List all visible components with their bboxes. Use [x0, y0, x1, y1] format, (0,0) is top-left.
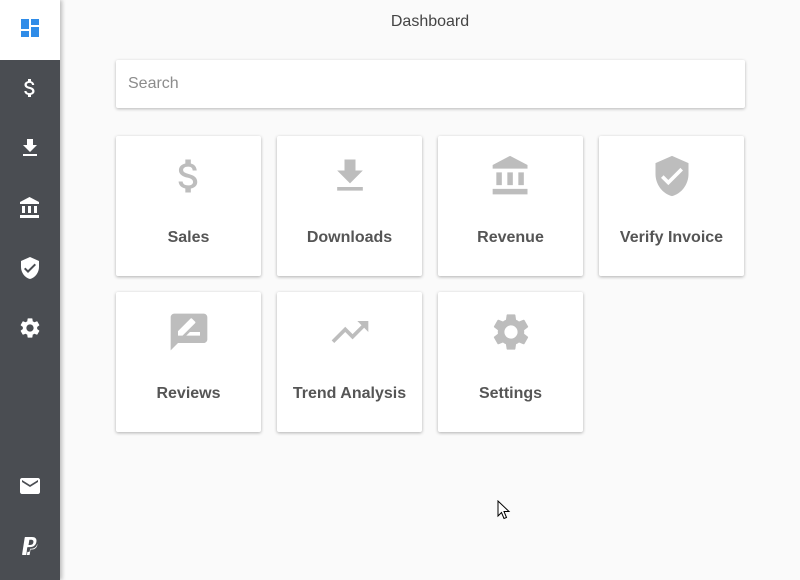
gear-icon — [489, 310, 533, 354]
card-label: Verify Invoice — [619, 229, 724, 246]
card-label: Revenue — [477, 229, 544, 246]
sidebar-item-settings[interactable] — [0, 300, 60, 360]
card-trend-analysis[interactable]: Trend Analysis — [277, 292, 422, 432]
card-label: Settings — [478, 385, 543, 402]
sidebar — [0, 0, 60, 580]
card-revenue[interactable]: Revenue — [438, 136, 583, 276]
download-icon — [18, 136, 42, 165]
sidebar-item-mail[interactable] — [0, 458, 60, 518]
sidebar-item-dashboard[interactable] — [0, 0, 60, 60]
shield-check-icon — [650, 154, 694, 198]
dollar-icon — [18, 76, 42, 105]
gear-icon — [18, 316, 42, 345]
card-label: Trend Analysis — [292, 385, 407, 402]
dashboard-icon — [18, 16, 42, 45]
card-downloads[interactable]: Downloads — [277, 136, 422, 276]
card-reviews[interactable]: Reviews — [116, 292, 261, 432]
sidebar-item-paypal[interactable] — [0, 518, 60, 578]
page-title: Dashboard — [390, 13, 470, 30]
card-label: Downloads — [306, 229, 393, 246]
card-settings[interactable]: Settings — [438, 292, 583, 432]
search-input[interactable] — [116, 60, 745, 108]
sidebar-item-revenue[interactable] — [0, 180, 60, 240]
card-label: Reviews — [156, 385, 221, 402]
card-verify-invoice[interactable]: Verify Invoice — [599, 136, 744, 276]
sidebar-item-sales[interactable] — [0, 60, 60, 120]
dollar-icon — [167, 154, 211, 198]
mail-icon — [18, 474, 42, 503]
card-label: Sales — [167, 229, 210, 246]
mouse-cursor-icon — [497, 500, 511, 520]
bank-icon — [18, 196, 42, 225]
shield-check-icon — [18, 256, 42, 285]
card-sales[interactable]: Sales — [116, 136, 261, 276]
bank-icon — [489, 154, 533, 198]
rate-review-icon — [167, 310, 211, 354]
paypal-icon — [18, 534, 42, 563]
trending-up-icon — [328, 310, 372, 354]
sidebar-item-verify-invoice[interactable] — [0, 240, 60, 300]
sidebar-item-downloads[interactable] — [0, 120, 60, 180]
download-icon — [328, 154, 372, 198]
